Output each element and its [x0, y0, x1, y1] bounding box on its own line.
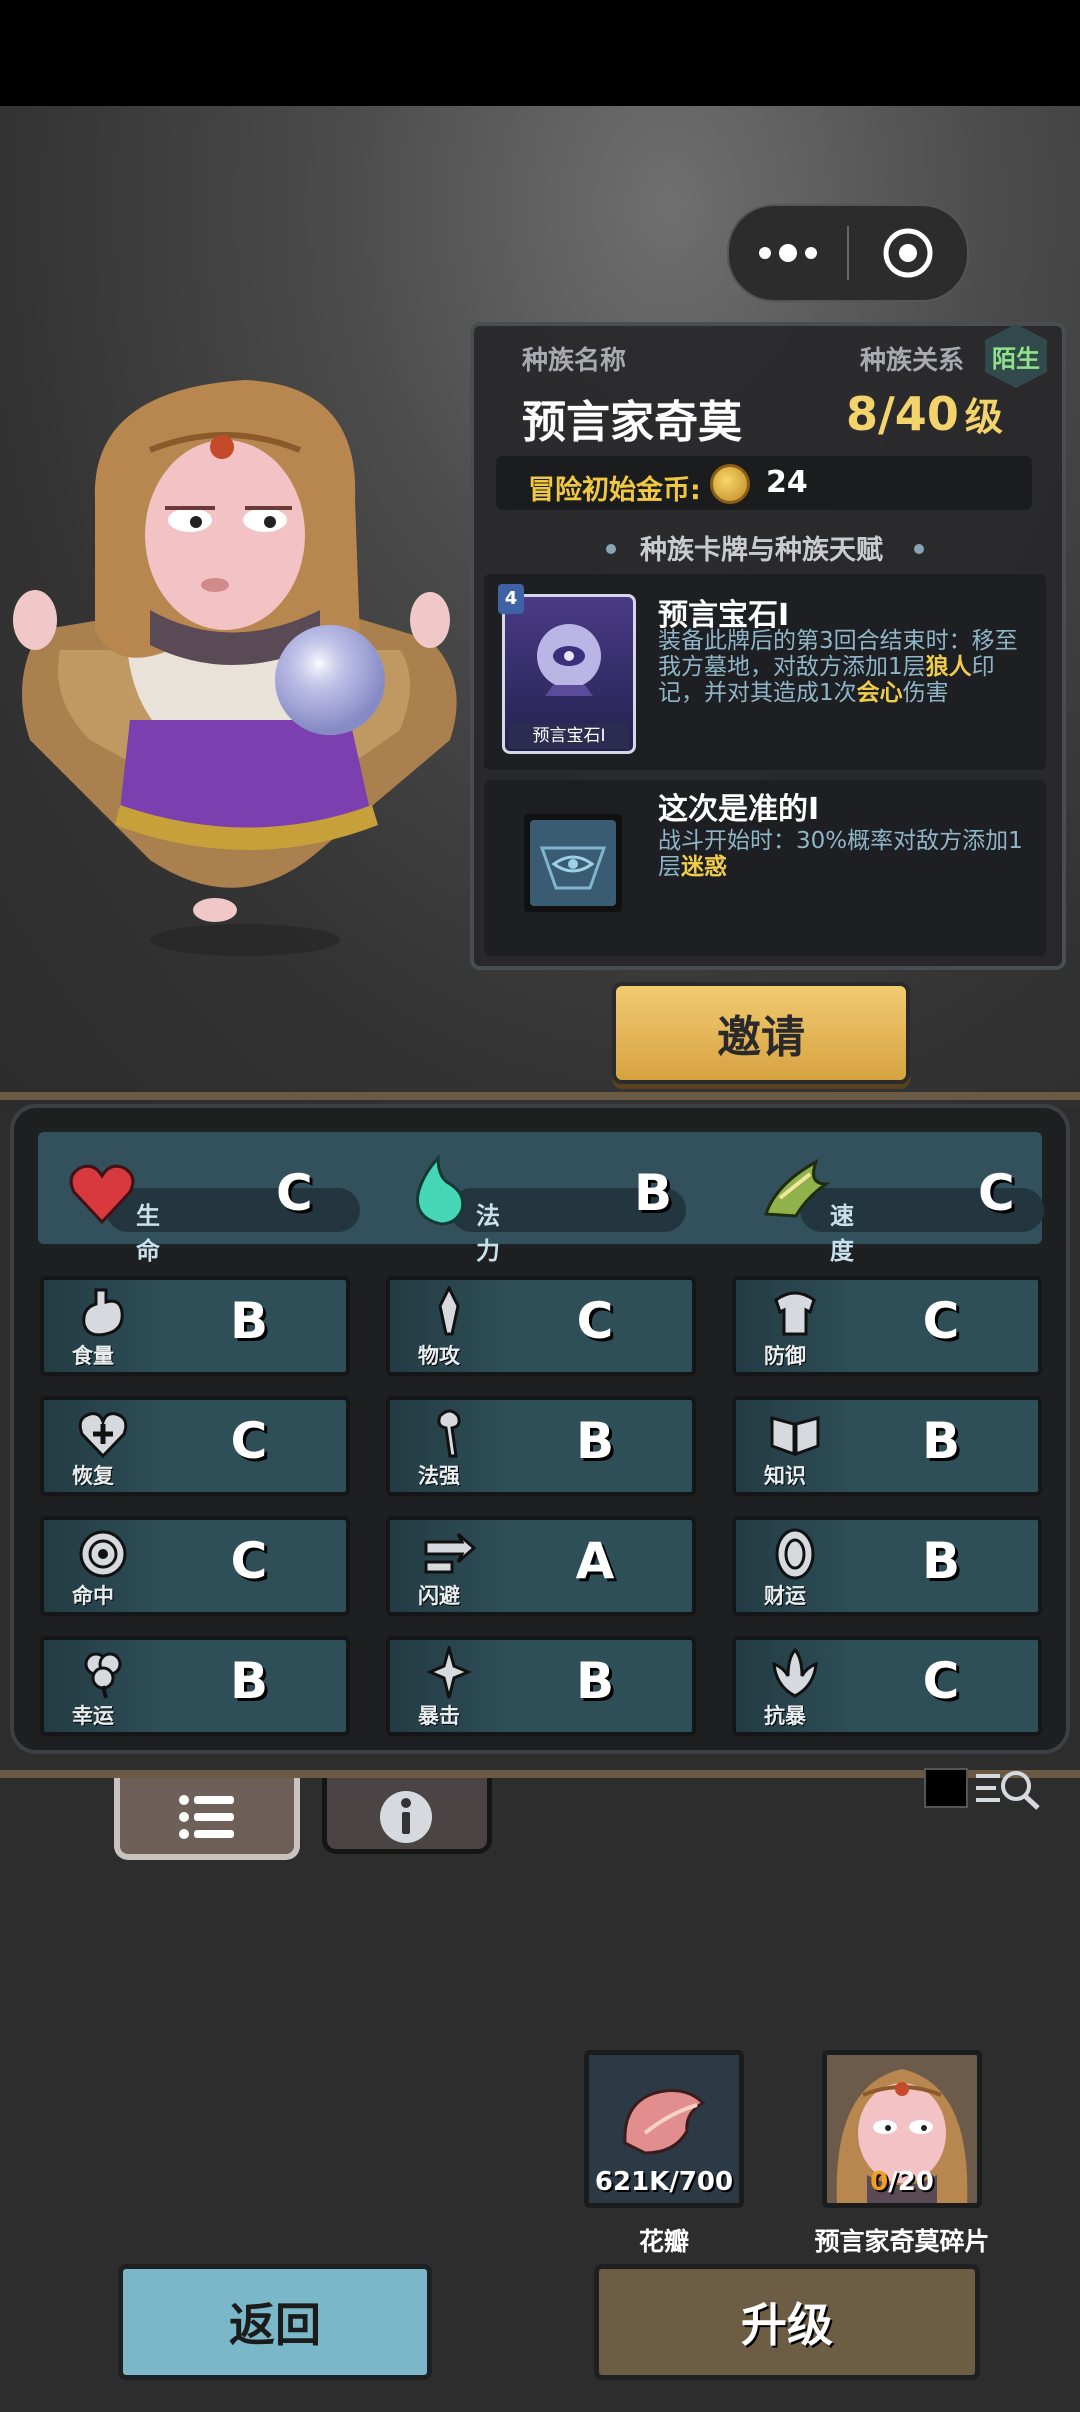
close-miniprogram-button[interactable]	[849, 227, 967, 279]
starting-coins-value: 24	[766, 465, 808, 500]
talent-desc: 战斗开始时：30%概率对敌方添加1层迷惑	[658, 828, 1023, 880]
shard-count: 0/20	[870, 2167, 934, 2197]
stat-cell-food: 食量 B	[40, 1276, 350, 1376]
stat-cell-accuracy: 命中 C	[40, 1516, 350, 1616]
stat-cell-crit-resist: 抗暴 C	[732, 1636, 1042, 1736]
back-button[interactable]: 返回	[118, 2264, 432, 2380]
card-thumbnail-1: 预言宝石I	[502, 594, 636, 754]
more-menu-button[interactable]	[729, 244, 847, 262]
talent-icon-frame	[524, 814, 622, 912]
race-relation-label: 种族关系	[860, 346, 965, 376]
flame-icon	[415, 1154, 465, 1226]
blade-icon	[438, 1286, 460, 1336]
stat-cell-spell-power: 法强 B	[386, 1396, 696, 1496]
target-close-icon	[883, 228, 933, 278]
upgrade-button[interactable]: 升级	[594, 2264, 980, 2380]
stat-cell-wealth: 财运 B	[732, 1516, 1042, 1616]
starting-coins-label: 冒险初始金币:	[528, 475, 701, 506]
talent-title: 这次是准的I	[658, 792, 820, 827]
crystal-ball-icon	[537, 624, 601, 696]
card-thumb-label: 预言宝石I	[509, 723, 629, 749]
section-dot-left	[606, 544, 616, 554]
more-dots-icon	[759, 247, 771, 259]
stat-cell-crit: 暴击 B	[386, 1636, 696, 1736]
petal-icon	[623, 2089, 706, 2155]
list-search-icon[interactable]	[974, 1766, 1044, 1810]
race-name: 预言家奇莫	[522, 397, 742, 448]
heart-icon	[69, 1164, 135, 1225]
race-level: 8/40 级	[846, 386, 1003, 441]
stat-cell-recovery: 恢复 C	[40, 1396, 350, 1496]
stomach-icon	[82, 1288, 124, 1337]
staff-icon	[437, 1409, 461, 1458]
stat-cell-physical-attack: 物攻 C	[386, 1276, 696, 1376]
coin-icon	[710, 464, 750, 504]
stat-cell-knowledge: 知识 B	[732, 1396, 1042, 1496]
section-title: 种族卡牌与种族天赋	[640, 535, 883, 566]
stat-cell-defense: 防御 C	[732, 1276, 1042, 1376]
stat-cell-luck: 幸运 B	[40, 1636, 350, 1736]
crit-sword-icon	[426, 1646, 472, 1699]
dodge-arrows-icon	[424, 1532, 476, 1574]
section-dot-right	[914, 544, 924, 554]
capsule-menu	[727, 204, 969, 302]
card-cost-badge: 4	[498, 584, 524, 614]
eye-rune-icon	[530, 820, 616, 906]
race-name-label: 种族名称	[522, 346, 627, 376]
item-petal[interactable]: 621K/700	[584, 2050, 744, 2208]
list-icon	[179, 1795, 234, 1839]
shield-flower-icon	[772, 1647, 818, 1698]
clover-icon	[84, 1652, 122, 1699]
card-desc-1: 装备此牌后的第3回合结束时：移至我方墓地，对敌方添加1层狼人印记，并对其造成1次…	[658, 628, 1018, 706]
armor-icon	[774, 1291, 816, 1336]
target-icon	[79, 1530, 127, 1578]
book-icon	[770, 1416, 820, 1457]
coin-icon	[775, 1528, 815, 1580]
stat-cell-dodge: 闪避 A	[386, 1516, 696, 1616]
item-character-shard[interactable]: 0/20	[822, 2050, 982, 2208]
tab-stats-list[interactable]	[114, 1778, 300, 1860]
character-illustration	[13, 380, 457, 956]
toggle-checkbox[interactable]	[924, 1768, 968, 1808]
level-value: 8/40	[846, 387, 959, 441]
wing-icon	[763, 1158, 831, 1218]
frame-bottom-border	[0, 1770, 1080, 1778]
heal-heart-icon	[78, 1412, 128, 1459]
tab-info[interactable]	[322, 1778, 492, 1854]
invite-button[interactable]: 邀请	[612, 982, 910, 1084]
status-bar	[0, 0, 1080, 106]
petal-name: 花瓣	[638, 2227, 689, 2256]
level-unit: 级	[964, 395, 1003, 439]
relation-text: 陌生	[992, 344, 1040, 373]
shard-name: 预言家奇莫碎片	[814, 2227, 990, 2256]
petal-count: 621K/700	[594, 2167, 734, 2197]
frame-top-border	[0, 1092, 1080, 1100]
info-icon	[380, 1791, 432, 1843]
